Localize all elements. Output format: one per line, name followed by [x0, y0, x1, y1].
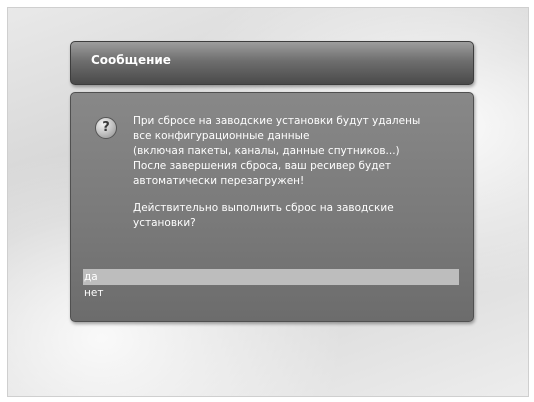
message-line: При сбросе на заводские установки будут … [133, 115, 421, 127]
question-icon: ? [95, 117, 117, 139]
message-line: все конфигурационные данные [133, 130, 310, 142]
message-text: При сбросе на заводские установки будут … [133, 114, 463, 231]
message-line: (включая пакеты, каналы, данные спутнико… [133, 145, 400, 157]
tv-screen: Сообщение ? При сбросе на заводские уста… [0, 0, 534, 402]
message-line: автоматически перезагружен! [133, 175, 305, 187]
message-line: После завершения сброса, ваш ресивер буд… [133, 160, 392, 172]
question-line: Действительно выполнить сброс на заводск… [133, 202, 394, 214]
options-list: да нет [83, 269, 459, 301]
option-yes[interactable]: да [83, 269, 459, 285]
message-dialog: ? При сбросе на заводские установки буду… [70, 92, 474, 322]
dialog-title: Сообщение [91, 53, 171, 67]
option-no[interactable]: нет [83, 285, 459, 301]
question-line: установки? [133, 217, 196, 229]
dialog-title-bar: Сообщение [70, 41, 474, 85]
